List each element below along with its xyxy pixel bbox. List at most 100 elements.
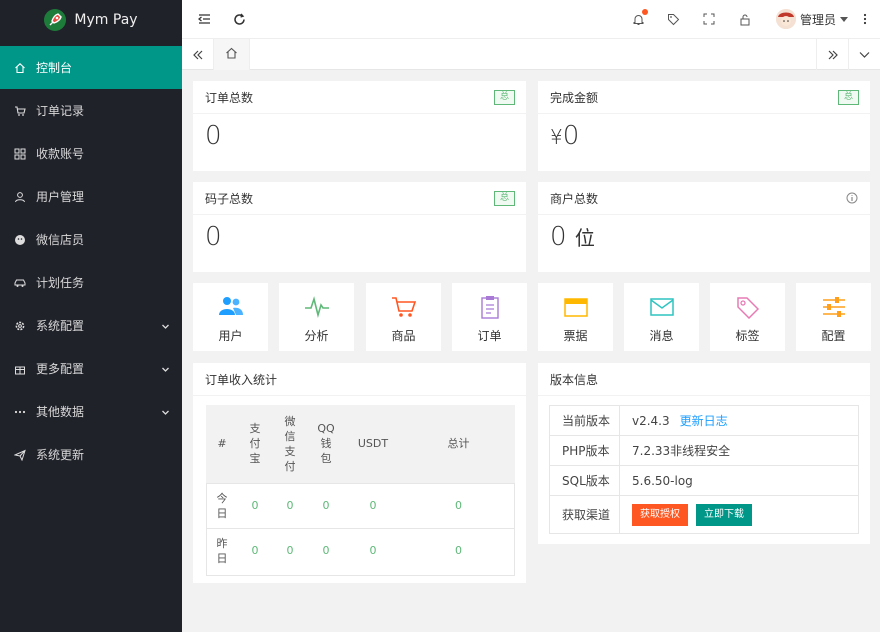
sidebar-item-more-config[interactable]: 更多配置 (0, 347, 182, 390)
card-header: 版本信息 (538, 363, 870, 396)
tabs-bar (182, 39, 880, 70)
sidebar: Mym Pay 控制台 订单记录 收款账号 用户管理 微信店员 计划任务 系统配… (0, 0, 182, 632)
card-header: 商户总数 (538, 182, 870, 215)
table-cell: 7.2.33非线程安全 (619, 435, 859, 466)
tabs-scroll-right-button[interactable] (816, 39, 848, 70)
table-cell: 0 (238, 483, 272, 529)
mail-icon (650, 298, 674, 316)
column-header: # (206, 405, 238, 484)
table-row: 今日 0 0 0 0 0 (206, 483, 515, 529)
sidebar-item-system-update[interactable]: 系统更新 (0, 433, 182, 476)
sidebar-item-accounts[interactable]: 收款账号 (0, 132, 182, 175)
version-table: 当前版本 v2.4.3 更新日志 PHP版本 7.2.33非线程安全 SQL版本 … (549, 405, 859, 534)
chevron-down-icon (161, 320, 170, 334)
clipboard-icon (481, 296, 499, 319)
logo[interactable]: Mym Pay (0, 0, 182, 39)
chart-pulse-icon (305, 296, 329, 319)
card-orders-total: 订单总数 总 0 (193, 81, 526, 171)
stat-value: 0 (562, 121, 580, 151)
card-version-info: 版本信息 当前版本 v2.4.3 更新日志 PHP版本 7.2.33非线程安全 S… (538, 363, 870, 544)
shortcut-label: 用户 (218, 329, 243, 343)
shortcut-messages[interactable]: 消息 (624, 283, 699, 351)
users-icon (219, 297, 243, 315)
more-vertical-icon[interactable] (858, 12, 872, 26)
currency-symbol: ¥ (550, 125, 563, 149)
sidebar-item-label: 系统配置 (36, 319, 85, 333)
stat-value-wrap: ¥0 (550, 121, 579, 151)
fullscreen-icon[interactable] (702, 12, 716, 26)
sidebar-item-system-config[interactable]: 系统配置 (0, 304, 182, 347)
card-header: 完成金额 总 (538, 81, 870, 114)
tag-icon[interactable] (666, 12, 680, 26)
car-icon (14, 277, 26, 289)
shortcut-label: 票据 (563, 329, 588, 343)
shortcut-label: 商品 (391, 329, 416, 343)
row-label: 当前版本 (549, 405, 620, 436)
tabs-scroll-left-button[interactable] (182, 39, 214, 70)
home-icon (14, 62, 26, 74)
download-now-button[interactable]: 立即下载 (696, 503, 752, 526)
get-license-button[interactable]: 获取授权 (632, 503, 688, 526)
shortcut-users[interactable]: 用户 (193, 283, 268, 351)
stat-unit: 位 (574, 226, 595, 250)
sliders-icon (823, 297, 845, 317)
row-label: 昨日 (216, 536, 228, 565)
card-income-stats: 订单收入统计 # 支付宝 微信支付 QQ钱包 USDT 总计 今日 0 0 0 … (193, 363, 526, 583)
stat-value: 0 (550, 222, 567, 252)
sidebar-item-label: 其他数据 (36, 405, 85, 419)
refresh-icon[interactable] (232, 12, 246, 26)
shortcut-orders[interactable]: 订单 (452, 283, 527, 351)
lock-icon[interactable] (738, 12, 752, 26)
card-title: 码子总数 (205, 191, 254, 206)
table-header-row: # 支付宝 微信支付 QQ钱包 USDT 总计 (206, 405, 515, 484)
table-cell: 0 (322, 544, 330, 558)
sidebar-item-orders[interactable]: 订单记录 (0, 89, 182, 132)
sidebar-item-label: 用户管理 (36, 190, 85, 204)
row-label: 今日 (206, 483, 238, 529)
gift-icon (14, 363, 26, 375)
menu-toggle-icon[interactable] (197, 12, 211, 26)
tab-home[interactable] (214, 39, 250, 70)
stat-value: 0 (205, 222, 222, 252)
shortcut-analysis[interactable]: 分析 (279, 283, 354, 351)
table-row: 昨日 0 0 0 0 0 (206, 528, 515, 573)
sidebar-item-tasks[interactable]: 计划任务 (0, 261, 182, 304)
column-header: 总计 (402, 405, 515, 484)
income-table: # 支付宝 微信支付 QQ钱包 USDT 总计 今日 0 0 0 0 0 昨日 … (206, 405, 515, 573)
sidebar-item-users[interactable]: 用户管理 (0, 175, 182, 218)
shortcut-label: 标签 (735, 329, 760, 343)
bell-icon[interactable] (631, 9, 648, 26)
card-codes-total: 码子总数 总 0 (193, 182, 526, 272)
card-merchants-total: 商户总数 0 位 (538, 182, 870, 272)
table-row: 当前版本 v2.4.3 更新日志 (549, 405, 859, 436)
sidebar-item-label: 系统更新 (36, 448, 85, 462)
version-value: v2.4.3 (632, 414, 670, 428)
shortcut-products[interactable]: 商品 (366, 283, 441, 351)
avatar (776, 9, 796, 29)
table-cell: 5.6.50-log (619, 465, 859, 496)
user-menu[interactable]: 管理员 (776, 9, 849, 29)
info-icon[interactable] (846, 192, 858, 207)
shortcut-config[interactable]: 配置 (796, 283, 871, 351)
sidebar-item-dashboard[interactable]: 控制台 (0, 46, 182, 89)
sidebar-item-label: 更多配置 (36, 362, 85, 376)
stat-value: 0 (205, 121, 222, 151)
shortcut-receipts[interactable]: 票据 (538, 283, 613, 351)
table-cell: 0 (272, 483, 308, 529)
row-label: PHP版本 (549, 435, 620, 466)
more-icon (14, 406, 26, 418)
sidebar-item-wechat-staff[interactable]: 微信店员 (0, 218, 182, 261)
changelog-link[interactable]: 更新日志 (680, 414, 728, 428)
table-cell: 0 (308, 483, 344, 529)
card-title: 版本信息 (550, 372, 599, 387)
column-header: QQ钱包 (308, 405, 344, 484)
shortcut-label: 分析 (304, 329, 329, 343)
sidebar-item-other-data[interactable]: 其他数据 (0, 390, 182, 433)
sidebar-item-label: 控制台 (36, 61, 73, 75)
total-badge: 总 (493, 191, 515, 206)
table-cell: 0 (286, 544, 294, 558)
card-title: 商户总数 (550, 191, 599, 206)
shortcut-tags[interactable]: 标签 (710, 283, 785, 351)
tabs-dropdown-button[interactable] (848, 39, 880, 70)
table-cell: v2.4.3 更新日志 (619, 405, 859, 436)
